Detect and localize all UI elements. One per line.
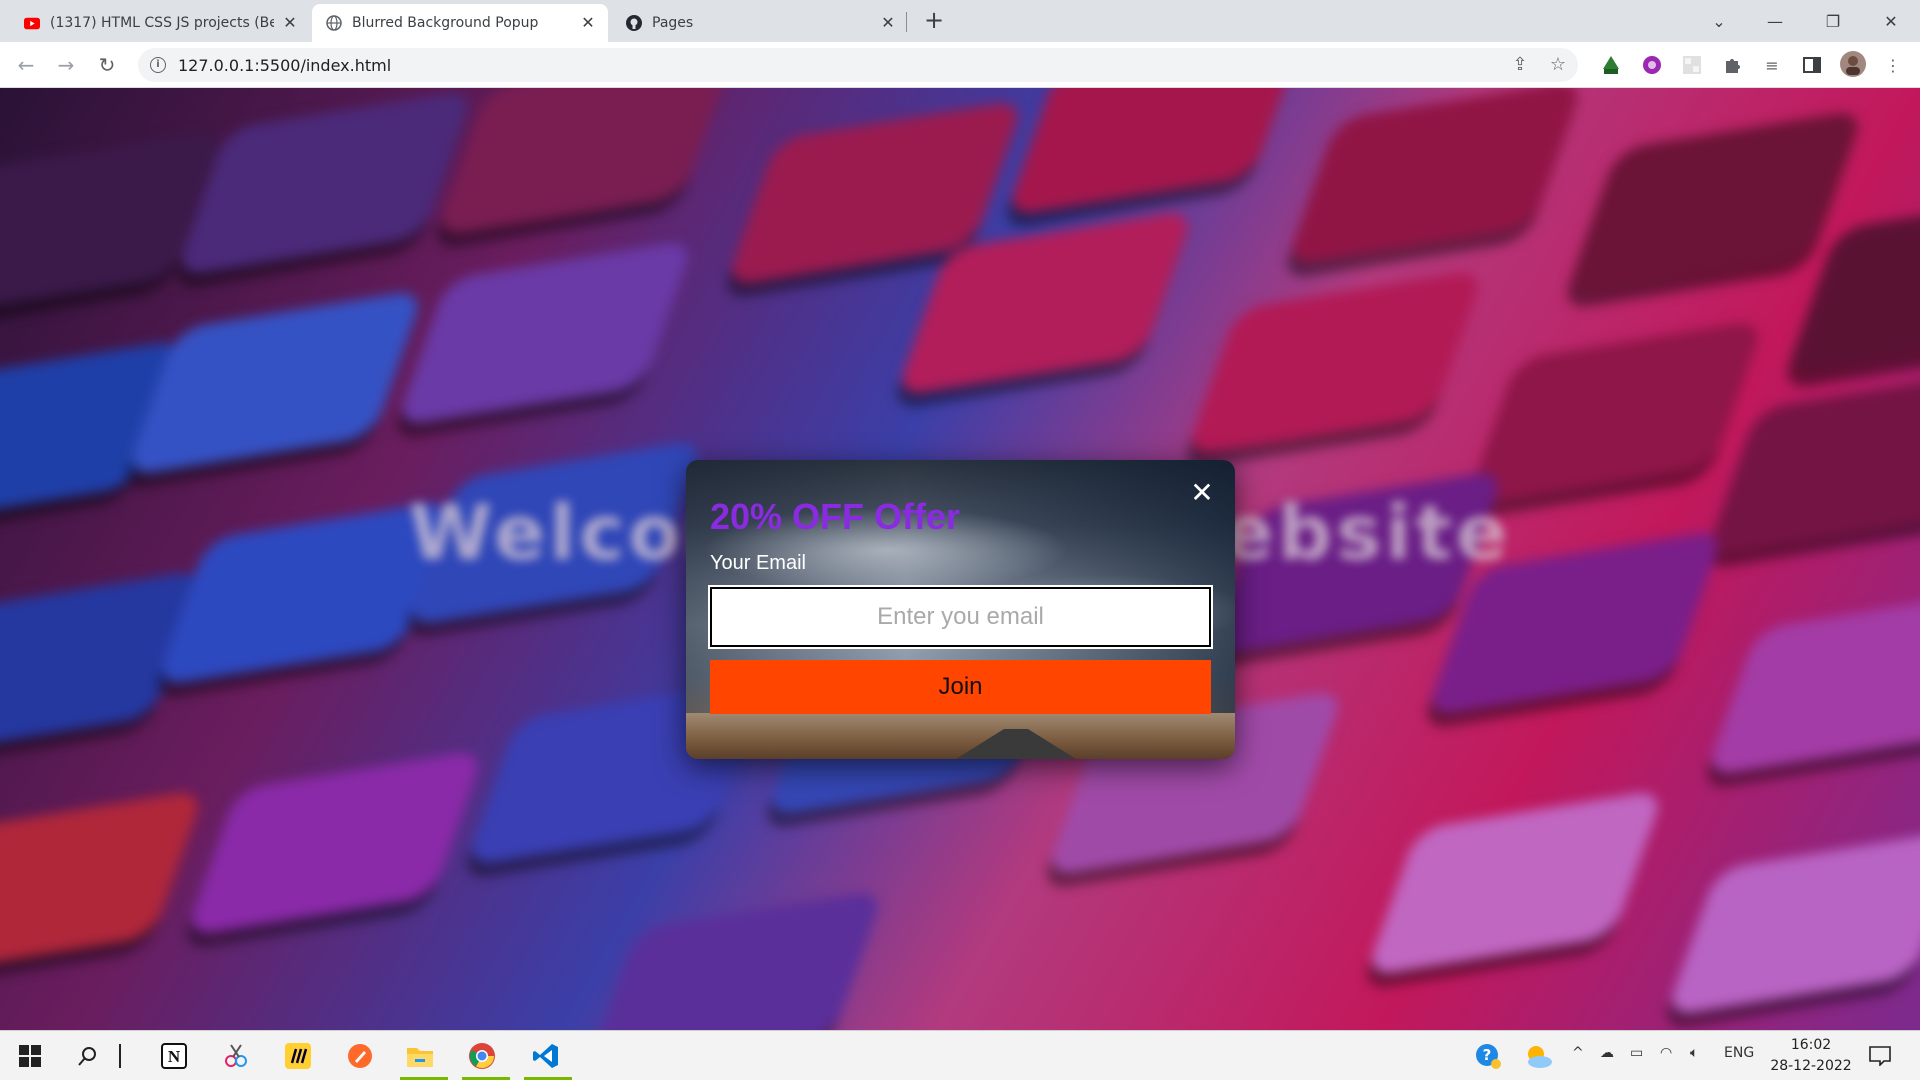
tab-title: Blurred Background Popup: [352, 15, 539, 31]
weather-icon[interactable]: [1522, 1040, 1554, 1072]
new-tab-button[interactable]: +: [920, 7, 948, 35]
browser-toolbar: ← → ↻ i 127.0.0.1:5500/index.html ⇪ ☆ ≡ …: [0, 42, 1920, 88]
tab-search-chevron-icon[interactable]: ⌄: [1696, 0, 1742, 42]
reload-button[interactable]: ↻: [93, 51, 121, 79]
tab-title: Pages: [652, 15, 694, 31]
html-extension-icon[interactable]: [1600, 54, 1622, 76]
offer-popup: ✕ 20% OFF Offer Your Email Join: [686, 460, 1235, 759]
chrome-icon[interactable]: [466, 1040, 498, 1072]
tab-title: (1317) HTML CSS JS projects (Bec: [50, 15, 274, 31]
tab-separator: [906, 12, 907, 32]
back-button[interactable]: ←: [12, 51, 40, 79]
media-queue-icon[interactable]: ≡: [1761, 54, 1783, 76]
notion-icon[interactable]: N: [158, 1040, 190, 1072]
wifi-icon[interactable]: ◠: [1660, 1045, 1672, 1061]
clock-time: 16:02: [1790, 1037, 1832, 1053]
task-view-icon[interactable]: [114, 1040, 126, 1072]
search-icon[interactable]: [72, 1040, 104, 1072]
tab-youtube[interactable]: (1317) HTML CSS JS projects (Bec ✕: [10, 4, 310, 42]
file-explorer-icon[interactable]: [404, 1040, 436, 1072]
extensions-puzzle-icon[interactable]: [1721, 54, 1743, 76]
tab-strip: (1317) HTML CSS JS projects (Bec ✕ Blurr…: [0, 0, 1920, 42]
restore-button[interactable]: ❐: [1810, 0, 1856, 42]
globe-icon: [326, 15, 342, 31]
address-bar[interactable]: i 127.0.0.1:5500/index.html ⇪ ☆: [138, 48, 1578, 82]
email-input[interactable]: [708, 585, 1213, 649]
site-info-icon[interactable]: i: [150, 57, 166, 73]
windows-start-icon[interactable]: [14, 1040, 46, 1072]
miro-icon[interactable]: [282, 1040, 314, 1072]
close-popup-icon[interactable]: ✕: [1189, 479, 1215, 507]
help-icon[interactable]: ?: [1472, 1040, 1504, 1072]
join-button[interactable]: Join: [710, 660, 1211, 714]
pen-app-icon[interactable]: [344, 1040, 376, 1072]
grid-extension-icon[interactable]: [1681, 54, 1703, 76]
onedrive-cloud-icon[interactable]: ☁: [1600, 1045, 1614, 1061]
page-viewport: Welcome to my website ✕ 20% OFF Offer Yo…: [0, 88, 1920, 1030]
tray-overflow-chevron-icon[interactable]: ^: [1572, 1045, 1584, 1061]
language-indicator[interactable]: ENG: [1724, 1045, 1754, 1061]
popup-title: 20% OFF Offer: [710, 496, 961, 537]
tab-pages[interactable]: Pages ✕: [612, 4, 908, 42]
youtube-icon: [24, 15, 40, 31]
windows-taskbar: N ? ^ ☁ ▭ ◠ 🔈︎ ENG 16:02 28-12-2022: [0, 1030, 1920, 1080]
purple-extension-icon[interactable]: [1641, 54, 1663, 76]
share-icon[interactable]: ⇪: [1510, 55, 1530, 75]
notification-center-icon[interactable]: [1864, 1040, 1896, 1072]
tab-blurred-background-popup[interactable]: Blurred Background Popup ✕: [312, 4, 608, 42]
bookmark-star-icon[interactable]: ☆: [1548, 55, 1568, 75]
popup-background-ground: [686, 713, 1235, 759]
clock-date: 28-12-2022: [1770, 1058, 1852, 1074]
forward-button[interactable]: →: [52, 51, 80, 79]
svg-text:N: N: [168, 1047, 181, 1066]
close-tab-icon[interactable]: ✕: [880, 15, 896, 31]
vscode-icon[interactable]: [530, 1040, 562, 1072]
close-window-button[interactable]: ✕: [1868, 0, 1914, 42]
minimize-button[interactable]: —: [1752, 0, 1798, 42]
github-icon: [626, 15, 642, 31]
url-text: 127.0.0.1:5500/index.html: [178, 55, 392, 75]
battery-icon[interactable]: ▭: [1630, 1045, 1643, 1061]
close-tab-icon[interactable]: ✕: [580, 15, 596, 31]
volume-icon[interactable]: 🔈︎: [1690, 1045, 1698, 1061]
side-panel-icon[interactable]: [1801, 54, 1823, 76]
menu-kebab-icon[interactable]: ⋮: [1882, 54, 1904, 76]
email-label: Your Email: [710, 552, 806, 574]
close-tab-icon[interactable]: ✕: [282, 15, 298, 31]
profile-avatar[interactable]: [1840, 51, 1866, 77]
snipping-tool-icon[interactable]: [220, 1040, 252, 1072]
system-clock[interactable]: 16:02 28-12-2022: [1766, 1035, 1856, 1077]
svg-text:?: ?: [1483, 1046, 1492, 1064]
